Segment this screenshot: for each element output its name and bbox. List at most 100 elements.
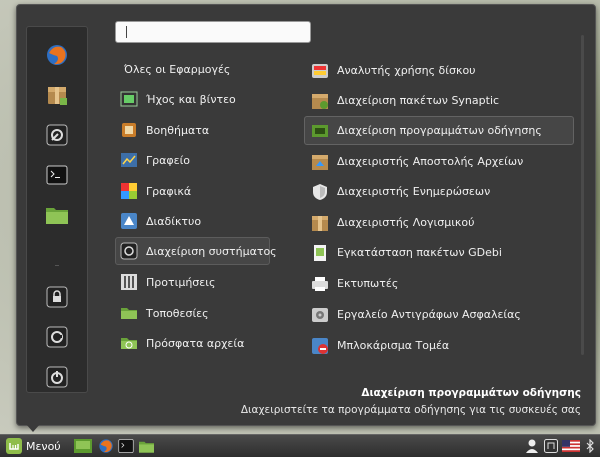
firefox-favorite[interactable] — [43, 41, 71, 69]
app-synaptic[interactable]: Διαχείριση πακέτων Synaptic — [304, 86, 574, 115]
desktop-icon — [74, 439, 92, 453]
app-upload-manager[interactable]: Διαχειριστής Αποστολής Αρχείων — [304, 147, 574, 176]
software-manager-icon — [312, 215, 328, 231]
terminal-launcher[interactable] — [118, 438, 134, 454]
selected-app-description: Διαχειριστείτε τα προγράμματα οδήγησης γ… — [240, 404, 581, 416]
text-cursor — [126, 26, 127, 38]
places-icon — [121, 308, 137, 319]
disk-usage-icon — [312, 63, 328, 78]
category-sound-video[interactable]: Ήχος και βίντεο — [115, 85, 270, 113]
accessories-icon — [122, 123, 136, 137]
bluetooth-applet[interactable] — [586, 438, 594, 454]
folder-icon — [46, 208, 68, 224]
us-flag-icon — [562, 440, 580, 452]
app-backup-tool[interactable]: Εργαλείο Αντιγράφων Ασφαλείας — [304, 300, 574, 329]
app-label: Μπλοκάρισμα Τομέα — [337, 339, 450, 352]
menu-label: Μενού — [26, 439, 61, 453]
app-label: Εκτυπωτές — [337, 277, 399, 290]
category-preferences[interactable]: Προτιμήσεις — [115, 268, 270, 296]
mint-logo-icon — [6, 438, 22, 454]
domain-blocker-icon — [312, 337, 328, 354]
firefox-launcher[interactable] — [98, 438, 114, 454]
category-all-applications[interactable]: Όλες οι Εφαρμογές — [115, 55, 270, 83]
category-label: Πρόσφατα αρχεία — [146, 336, 245, 350]
keyboard-layout-applet[interactable] — [562, 438, 580, 454]
favorites-separator — [55, 265, 59, 266]
show-desktop-launcher[interactable] — [74, 438, 92, 454]
app-disk-usage-analyzer[interactable]: Αναλυτής χρήσης δίσκου — [304, 56, 574, 85]
category-recent-files[interactable]: Πρόσφατα αρχεία — [115, 329, 270, 357]
app-software-manager[interactable]: Διαχειριστής Λογισμικού — [304, 208, 574, 237]
files-launcher[interactable] — [138, 438, 155, 454]
category-system-administration[interactable]: Διαχείριση συστήματος — [115, 237, 277, 265]
lock-screen-button[interactable] — [43, 283, 71, 311]
upload-manager-icon — [312, 154, 328, 170]
graphics-icon — [121, 183, 137, 199]
files-favorite[interactable] — [43, 201, 71, 229]
app-printers[interactable]: Εκτυπωτές — [304, 269, 574, 298]
software-manager-favorite[interactable] — [43, 81, 71, 109]
category-label: Διαχείριση συστήματος — [146, 244, 277, 258]
app-label: Διαχείριση πακέτων Synaptic — [337, 94, 500, 107]
app-label: Αναλυτής χρήσης δίσκου — [337, 64, 476, 77]
network-icon — [544, 439, 558, 453]
power-icon — [46, 366, 68, 388]
category-internet[interactable]: Διαδίκτυο — [115, 207, 270, 235]
update-manager-icon — [313, 183, 327, 200]
app-label: Διαχειριστής Αποστολής Αρχείων — [337, 155, 524, 168]
category-accessories[interactable]: Βοηθήματα — [115, 116, 270, 144]
category-label: Προτιμήσεις — [146, 275, 216, 289]
favorites-sidebar — [26, 26, 88, 393]
synaptic-icon — [312, 93, 328, 109]
settings-icon — [46, 124, 68, 146]
app-gdebi[interactable]: Εγκατάσταση πακέτων GDebi — [304, 238, 574, 267]
backup-tool-icon — [312, 307, 328, 322]
app-label: Διαχειριστής Λογισμικού — [337, 216, 475, 229]
category-places[interactable]: Τοποθεσίες — [115, 299, 270, 327]
search-input[interactable] — [115, 21, 311, 43]
driver-manager-icon — [312, 124, 328, 137]
recent-files-icon — [121, 338, 137, 349]
menu-button[interactable]: Μενού — [6, 438, 61, 454]
firefox-icon — [99, 439, 113, 453]
app-update-manager[interactable]: Διαχειριστής Ενημερώσεων — [304, 177, 574, 206]
terminal-icon — [118, 439, 134, 453]
multimedia-icon — [120, 91, 138, 107]
application-menu: Όλες οι Εφαρμογές Ήχος και βίντεο Βοηθήμ… — [16, 4, 596, 426]
category-label: Ήχος και βίντεο — [146, 92, 236, 106]
system-admin-icon — [120, 242, 138, 260]
app-label: Διαχειριστής Ενημερώσεων — [337, 185, 491, 198]
category-graphics[interactable]: Γραφικά — [115, 177, 270, 205]
folder-icon — [139, 441, 154, 453]
network-applet[interactable] — [544, 438, 558, 454]
terminal-favorite[interactable] — [43, 161, 71, 189]
gdebi-icon — [314, 244, 326, 261]
lock-icon — [46, 286, 68, 308]
category-office[interactable]: Γραφείο — [115, 146, 270, 174]
selected-app-title: Διαχείριση προγραμμάτων οδήγησης — [361, 387, 581, 399]
category-label: Τοποθεσίες — [146, 306, 209, 320]
app-list-scrollbar[interactable] — [581, 35, 584, 355]
user-icon — [526, 439, 538, 453]
category-label: Όλες οι Εφαρμογές — [124, 62, 231, 76]
terminal-icon — [46, 165, 68, 185]
app-domain-blocker[interactable]: Μπλοκάρισμα Τομέα — [304, 331, 574, 360]
category-label: Γραφείο — [146, 153, 191, 167]
taskbar: Μενού — [0, 434, 600, 457]
preferences-icon — [121, 274, 137, 290]
logout-button[interactable] — [43, 323, 71, 351]
category-label: Διαδίκτυο — [146, 214, 202, 228]
menu-pointer — [26, 424, 40, 432]
category-label: Γραφικά — [146, 184, 192, 198]
printer-icon — [312, 276, 328, 291]
package-icon — [48, 87, 67, 105]
internet-icon — [121, 213, 137, 229]
app-driver-manager[interactable]: Διαχείριση προγραμμάτων οδήγησης — [304, 116, 574, 145]
user-applet[interactable] — [526, 438, 538, 454]
shutdown-button[interactable] — [43, 363, 71, 391]
app-label: Εγκατάσταση πακέτων GDebi — [337, 246, 502, 259]
firefox-icon — [47, 45, 67, 65]
office-icon — [121, 153, 137, 167]
system-settings-favorite[interactable] — [43, 121, 71, 149]
app-label: Εργαλείο Αντιγράφων Ασφαλείας — [337, 308, 521, 321]
